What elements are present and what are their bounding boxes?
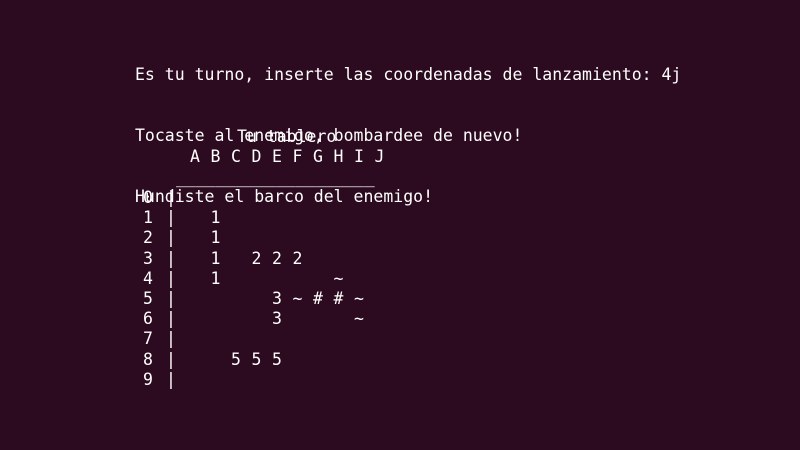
- board-cell: 1: [210, 208, 221, 228]
- board-cell: 5: [231, 349, 241, 369]
- turn-prompt-line: Es tu turno, inserte las coordenadas de …: [135, 65, 682, 85]
- row-separator: |: [166, 369, 176, 389]
- board-row-5: 5 | 3 ~ # # ~: [135, 289, 395, 309]
- column-headers: ABCDEFGHIJ: [185, 147, 395, 167]
- row-separator: |: [166, 329, 176, 349]
- board-cell: 1: [210, 268, 221, 288]
- board-cell: 3: [272, 289, 282, 308]
- column-header-b: B: [210, 147, 221, 166]
- board-row-0: 0 |: [135, 188, 395, 208]
- board-cell: ~: [354, 289, 364, 308]
- row-label: 5: [143, 289, 153, 308]
- hit-message-line: Tocaste al enemigo, bombardee de nuevo!: [135, 126, 523, 145]
- row-label: 0: [143, 188, 153, 207]
- row-separator: |: [166, 268, 176, 288]
- column-header-h: H: [333, 147, 344, 166]
- row-label: 2: [143, 228, 153, 248]
- board-cell: 5: [272, 349, 282, 369]
- terminal-window[interactable]: Es tu turno, inserte las coordenadas de …: [0, 0, 800, 450]
- row-separator: |: [166, 248, 176, 268]
- board-row-7: 7 |: [135, 329, 395, 349]
- board-cell: 3: [272, 309, 282, 329]
- column-header-a: A: [190, 147, 200, 166]
- row-separator: |: [166, 188, 176, 207]
- board-row-4: 4 | 1 ~: [135, 269, 395, 289]
- board-top-rule: ____________________: [176, 168, 375, 187]
- row-label: 9: [143, 369, 153, 389]
- row-separator: |: [166, 309, 176, 329]
- row-label: 4: [143, 268, 153, 288]
- column-header-e: E: [272, 147, 282, 166]
- row-separator: |: [166, 208, 176, 228]
- board-cell: ~: [292, 289, 303, 308]
- row-separator: |: [166, 228, 176, 248]
- board-row-1: 1 | 1: [135, 208, 395, 228]
- board-row-6: 6 | 3 ~: [135, 309, 395, 329]
- row-label: 8: [143, 349, 153, 369]
- board-cell: ~: [333, 268, 344, 288]
- row-label: 3: [143, 248, 153, 268]
- board-cell: #: [313, 289, 323, 308]
- column-header-c: C: [231, 147, 241, 166]
- row-label: 6: [143, 309, 153, 329]
- board-cell: 1: [210, 228, 221, 248]
- row-label: 7: [143, 329, 153, 349]
- column-header-j: J: [374, 147, 385, 166]
- board-cell: 2: [272, 248, 282, 268]
- board-cell: 2: [292, 248, 303, 268]
- board-cell: 2: [251, 248, 262, 268]
- column-header-i: I: [354, 147, 364, 166]
- row-label: 1: [143, 208, 153, 228]
- board-row-3: 3 | 1 2 2 2: [135, 249, 395, 269]
- board-cell: 1: [210, 248, 221, 268]
- board-cell: #: [333, 289, 344, 308]
- board-row-8: 8 | 5 5 5: [135, 350, 395, 370]
- board-title: Tu tablero: [237, 127, 337, 146]
- board-row-9: 9 |: [135, 370, 395, 390]
- column-header-g: G: [313, 147, 323, 166]
- board-cell: ~: [354, 309, 364, 329]
- column-header-f: F: [292, 147, 303, 166]
- board-row-2: 2 | 1: [135, 228, 395, 248]
- board-cell: 5: [251, 349, 262, 369]
- column-header-d: D: [251, 147, 262, 166]
- row-separator: |: [166, 349, 176, 369]
- row-separator: |: [166, 289, 176, 308]
